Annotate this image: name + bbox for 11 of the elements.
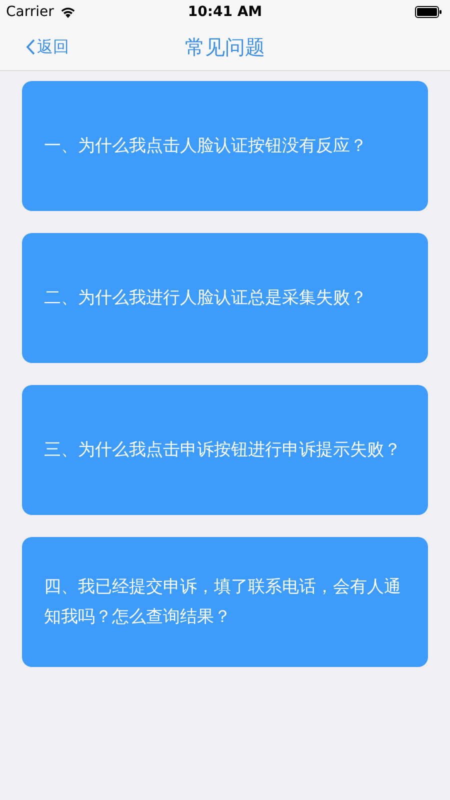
faq-question-card[interactable]: 一、为什么我点击人脸认证按钮没有反应？ bbox=[22, 81, 428, 211]
chevron-left-icon bbox=[26, 39, 35, 55]
status-time: 10:41 AM bbox=[188, 4, 262, 20]
carrier-name: Carrier bbox=[6, 4, 54, 20]
wifi-icon bbox=[60, 6, 76, 18]
nav-title: 常见问题 bbox=[185, 34, 265, 60]
faq-question-card[interactable]: 四、我已经提交申诉，填了联系电话，会有人通知我吗？怎么查询结果？ bbox=[22, 537, 428, 667]
faq-question-card[interactable]: 二、为什么我进行人脸认证总是采集失败？ bbox=[22, 233, 428, 363]
back-button[interactable]: 返回 bbox=[0, 36, 69, 58]
battery-icon bbox=[415, 6, 442, 18]
faq-question-card[interactable]: 三、为什么我点击申诉按钮进行申诉提示失败？ bbox=[22, 385, 428, 515]
